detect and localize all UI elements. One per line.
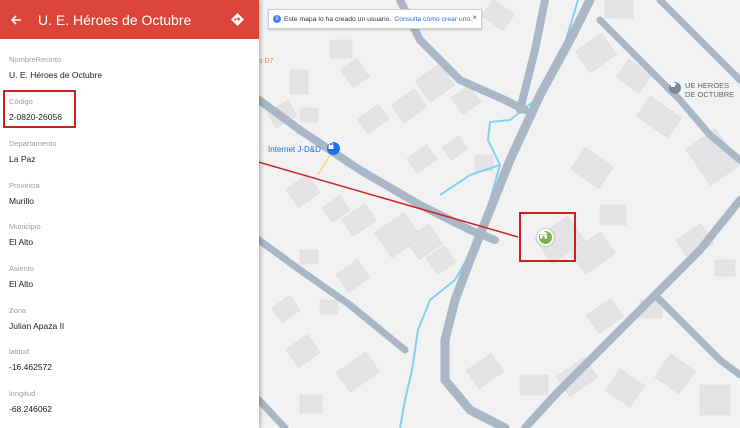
field-value: U. E. Héroes de Octubre [9,70,103,80]
field-nombre-recinto: NombreRecinto U. E. Héroes de Octubre [9,55,102,80]
arrow-left-icon [10,14,21,25]
field-departamento: Departamento La Paz [9,139,57,164]
map-label-internet[interactable]: Internet J-D&D [268,145,321,154]
field-label: Municipio [9,222,41,231]
field-value: Murillo [9,196,35,206]
annotation-box-marker [519,212,576,262]
details-panel: U. E. Héroes de Octubre NombreRecinto U.… [0,0,259,428]
user-map-notice: i Este mapa lo ha creado un usuario. Con… [268,9,482,29]
field-label: Departamento [9,139,57,148]
directions-icon [230,13,244,26]
field-zona: Zona Julian Apaza II [9,306,64,331]
field-value: El Alto [9,279,34,289]
mortarboard-icon [669,82,677,87]
field-provincia: Provincia Murillo [9,181,40,206]
school-icon[interactable] [669,82,681,94]
map-label-school-line2: DE OCTUBRE [685,90,735,99]
field-value: -68.246062 [9,404,53,414]
close-icon[interactable]: × [472,13,477,22]
map-label-partial: s D7 [259,58,274,65]
panel-header: U. E. Héroes de Octubre [0,0,259,39]
field-value: -16.462572 [9,362,53,372]
field-label: longitud [9,389,36,398]
field-longitud: longitud -68.246062 [9,389,52,414]
notice-text: Este mapa lo ha creado un usuario. [284,15,392,23]
field-value: El Alto [9,237,34,247]
back-button[interactable] [0,0,32,39]
field-latitud: latitud -16.462572 [9,347,52,372]
field-value: La Paz [9,154,36,164]
buildings [266,0,740,416]
bag-icon [328,142,334,149]
field-label: Zona [9,306,27,315]
notice-link[interactable]: Consulta cómo crear uno. [394,16,472,23]
field-label: Asiento [9,264,35,273]
path-footway [317,154,331,176]
directions-button[interactable] [223,6,251,34]
field-municipio: Municipio El Alto [9,222,41,247]
field-value: Julian Apaza II [9,321,65,331]
annotation-box-code [3,90,76,128]
map-label-school[interactable]: UE HEROES DE OCTUBRE [685,81,734,99]
field-label: Provincia [9,181,40,190]
field-asiento: Asiento El Alto [9,264,34,289]
map-label-school-line1: UE HEROES [685,81,730,90]
page-title: U. E. Héroes de Octubre [38,11,192,28]
internet-place-icon[interactable] [327,142,340,155]
field-label: NombreRecinto [9,55,62,64]
field-label: latitud [9,347,30,356]
info-icon: i [273,15,281,23]
